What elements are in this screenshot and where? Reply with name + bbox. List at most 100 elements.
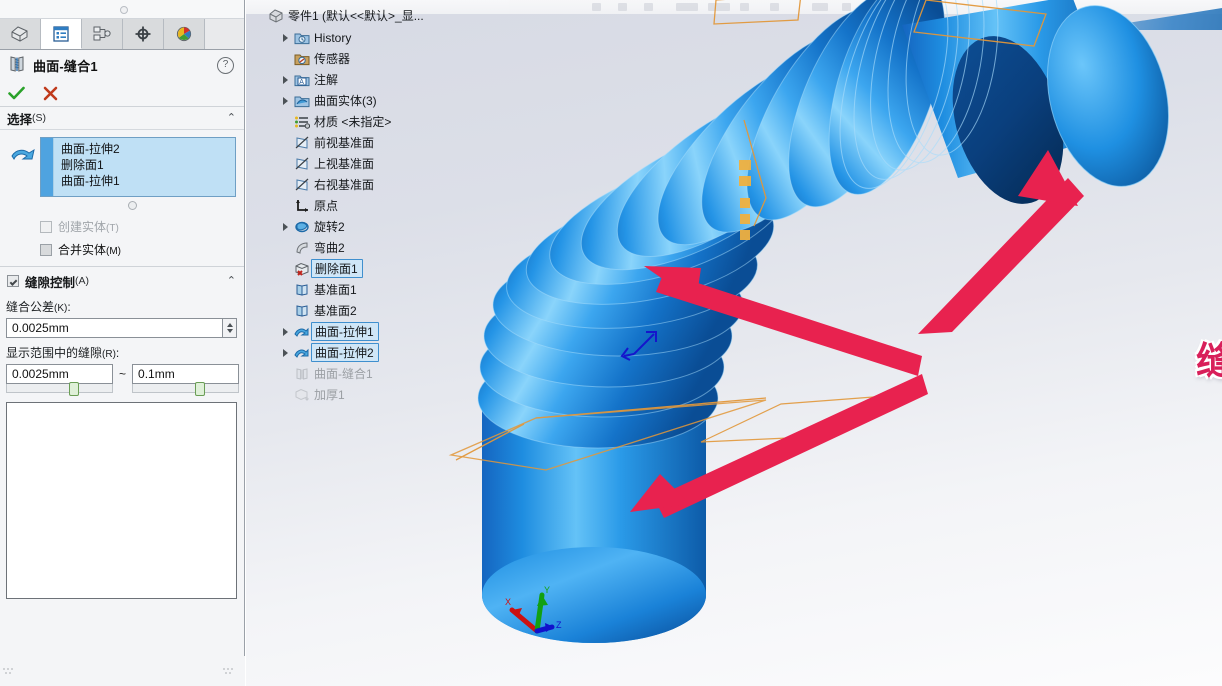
feature-manager-tree[interactable]: 零件1 (默认<<默认>_显... History 传感器 A 注解曲面实体(3) 材质… (266, 4, 466, 405)
gap-control-checkbox[interactable] (7, 275, 19, 287)
tree-node-5[interactable]: 前视基准面 (279, 132, 466, 153)
plane-icon (292, 157, 311, 171)
tree-node-label: 旋转2 (314, 220, 345, 234)
tree-root-label: 零件1 (默认<<默认>_显... (288, 9, 424, 23)
range-max-col (132, 364, 240, 396)
property-manager-panel: 曲面-缝合1 ? 选择 (S) ⌃ 曲面-拉伸2 删除面1 曲面-拉伸1 创建实… (0, 0, 245, 686)
selection-resize-handle[interactable] (0, 199, 244, 213)
annotation-icon: A (292, 73, 311, 87)
part-icon (266, 8, 285, 24)
chevron-up-icon[interactable]: ⌃ (227, 112, 236, 124)
tree-node-label: 加厚1 (314, 388, 345, 402)
tree-node-label: History (314, 30, 352, 45)
callout-label: 缝合曲面 (1196, 338, 1222, 383)
selection-row: 曲面-拉伸2 删除面1 曲面-拉伸1 (0, 130, 244, 197)
tree-node-17[interactable]: 加厚1 (279, 384, 466, 405)
range-max-slider[interactable] (132, 382, 240, 396)
checkbox-label: 创建实体(T) (58, 220, 119, 234)
expand-arrow-icon[interactable] (279, 75, 292, 84)
tree-node-9[interactable]: 旋转2 (279, 216, 466, 237)
selection-item[interactable]: 删除面1 (61, 157, 235, 173)
orientation-triad: X Y Z (504, 583, 574, 646)
tree-node-11[interactable]: 删除面1 (279, 258, 466, 279)
gap-control-hotkey: (A) (75, 275, 90, 287)
tree-node-16[interactable]: 曲面-缝合1 (279, 363, 466, 384)
tree-node-12[interactable]: 基准面1 (279, 279, 466, 300)
selection-items[interactable]: 曲面-拉伸2 删除面1 曲面-拉伸1 (54, 138, 235, 196)
tree-node-label: 传感器 (314, 52, 351, 66)
selection-section-hotkey: (S) (32, 112, 47, 124)
help-icon[interactable]: ? (217, 57, 234, 74)
gap-results-list[interactable] (6, 402, 237, 599)
selection-listbox-strip (41, 138, 54, 196)
revolve-icon (292, 220, 311, 234)
tree-node-8[interactable]: 原点 (279, 195, 466, 216)
selection-section-title: 选择 (7, 112, 33, 127)
grip-right-icon (223, 668, 233, 676)
tree-node-label: 材质 <未指定> (314, 115, 392, 129)
thicken-icon (292, 388, 311, 402)
expand-arrow-icon[interactable] (279, 96, 292, 105)
knit-surface-icon (292, 367, 311, 381)
panel-pin-dot[interactable] (120, 6, 128, 14)
svg-text:Z: Z (556, 620, 562, 630)
selection-listbox[interactable]: 曲面-拉伸2 删除面1 曲面-拉伸1 (40, 137, 236, 197)
expand-arrow-icon[interactable] (279, 348, 292, 357)
expand-arrow-icon[interactable] (279, 222, 292, 231)
panel-title-text: 曲面-缝合1 (33, 58, 98, 74)
checkbox-label: 合并实体(M) (58, 243, 122, 257)
ok-button[interactable] (6, 84, 26, 102)
faces-selection-icon (6, 137, 40, 165)
svg-text:A: A (299, 79, 304, 86)
tree-node-label: 前视基准面 (314, 136, 375, 150)
tree-node-1[interactable]: 传感器 (279, 48, 466, 69)
tree-node-10[interactable]: 弯曲2 (279, 237, 466, 258)
cancel-button[interactable] (40, 84, 60, 102)
range-min-slider[interactable] (6, 382, 113, 396)
tab-property-manager[interactable] (41, 19, 82, 49)
tab-configuration-manager[interactable] (82, 19, 123, 49)
selection-item[interactable]: 曲面-拉伸2 (61, 141, 235, 157)
history-icon (292, 31, 311, 45)
manager-tabs[interactable] (0, 19, 244, 50)
tree-node-15[interactable]: 曲面-拉伸2 (279, 342, 466, 363)
tolerance-label-text: 缝合公差 (6, 300, 55, 314)
range-min-input[interactable] (6, 364, 113, 384)
selection-item[interactable]: 曲面-拉伸1 (61, 173, 235, 189)
tree-node-4[interactable]: 材质 <未指定> (279, 111, 466, 132)
selection-section-header[interactable]: 选择 (S) ⌃ (0, 107, 244, 130)
tree-node-label: 原点 (314, 199, 339, 213)
range-label: 显示范围中的缝隙(R): (6, 346, 120, 360)
tree-node-label: 曲面实体(3) (314, 94, 377, 108)
tree-node-2[interactable]: A 注解 (279, 69, 466, 90)
tolerance-spinner[interactable] (223, 318, 237, 338)
gap-control-header[interactable]: 缝隙控制 (A) ⌃ (0, 267, 244, 292)
tree-node-7[interactable]: 右视基准面 (279, 174, 466, 195)
tab-display-manager[interactable] (164, 19, 205, 49)
checkbox-row: 创建实体(T) (0, 213, 244, 236)
range-label-text: 显示范围中的缝隙 (6, 346, 103, 360)
tree-node-0[interactable]: History (279, 27, 466, 48)
chevron-up-icon-gap[interactable]: ⌃ (227, 275, 236, 287)
tab-dimxpert-manager[interactable] (123, 19, 164, 49)
gap-control-title: 缝隙控制 (25, 275, 76, 290)
tree-node-label: 上视基准面 (314, 157, 375, 171)
tree-node-14[interactable]: 曲面-拉伸1 (279, 321, 466, 342)
expand-arrow-icon[interactable] (279, 327, 292, 336)
tree-node-label: 基准面1 (314, 283, 357, 297)
tolerance-input[interactable] (6, 318, 223, 338)
sensor-icon (292, 52, 311, 66)
tree-root-part[interactable]: 零件1 (默认<<默认>_显... (266, 4, 466, 27)
expand-arrow-icon[interactable] (279, 33, 292, 42)
surface-bodies-icon (292, 94, 311, 108)
tree-node-6[interactable]: 上视基准面 (279, 153, 466, 174)
tree-node-13[interactable]: 基准面2 (279, 300, 466, 321)
tree-node-label: 曲面-拉伸1 (311, 322, 379, 341)
checkbox-row[interactable]: 合并实体(M) (0, 236, 244, 259)
tree-node-3[interactable]: 曲面实体(3) (279, 90, 466, 111)
range-max-input[interactable] (132, 364, 240, 384)
plane-feature-icon (292, 304, 311, 318)
checkbox-icon[interactable] (40, 243, 52, 256)
flex-icon (292, 241, 311, 255)
tab-feature-manager[interactable] (0, 19, 41, 49)
